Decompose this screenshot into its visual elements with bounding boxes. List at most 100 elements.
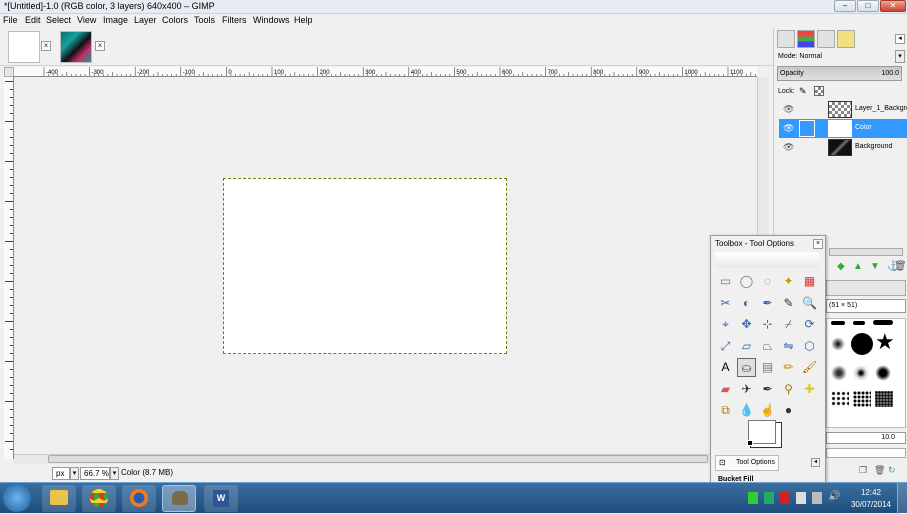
- blend-icon[interactable]: ▤: [758, 358, 777, 377]
- menu-colors[interactable]: Colors: [162, 15, 188, 25]
- undo-tab-icon[interactable]: [837, 30, 855, 48]
- gimp-taskbar-icon[interactable]: [162, 485, 196, 512]
- select-by-color-icon[interactable]: ▦: [800, 272, 819, 291]
- tray-icon[interactable]: [796, 492, 806, 504]
- blur-icon[interactable]: 💧: [737, 401, 756, 420]
- delete-brush-icon[interactable]: 🗑: [874, 465, 885, 476]
- flip-icon[interactable]: ⇋: [779, 337, 798, 356]
- word-taskbar-icon[interactable]: W: [204, 485, 238, 512]
- menu-layer[interactable]: Layer: [134, 15, 157, 25]
- clock-date[interactable]: 30/07/2014: [848, 500, 894, 509]
- brush-item[interactable]: [831, 365, 847, 381]
- wilber-drop-area[interactable]: [715, 252, 819, 268]
- foreground-select-icon[interactable]: ◐: [737, 294, 756, 313]
- menu-edit[interactable]: Edit: [25, 15, 41, 25]
- brush-item[interactable]: [851, 333, 873, 355]
- brush-item[interactable]: [853, 365, 869, 381]
- minimize-button[interactable]: –: [834, 0, 856, 12]
- explorer-taskbar-icon[interactable]: [42, 485, 76, 512]
- ruler-corner[interactable]: [4, 67, 14, 77]
- image-canvas[interactable]: [223, 178, 507, 354]
- layers-scrollbar[interactable]: [829, 248, 903, 256]
- scissors-select-icon[interactable]: ✂: [716, 294, 735, 313]
- horizontal-ruler[interactable]: -400 -300 -200 -100 0 100 200 300 400 500 600 700 80…: [14, 67, 757, 77]
- tray-icon[interactable]: [748, 492, 758, 504]
- align-icon[interactable]: ⊹: [758, 315, 777, 334]
- bucket-fill-icon[interactable]: ⛀: [737, 358, 756, 377]
- paths-tab-icon[interactable]: [817, 30, 835, 48]
- brush-item[interactable]: [831, 337, 845, 351]
- color-picker-icon[interactable]: ✎: [779, 294, 798, 313]
- channels-tab-icon[interactable]: [797, 30, 815, 48]
- mode-label[interactable]: Mode: Normal: [778, 53, 822, 60]
- horizontal-scroll-thumb[interactable]: [48, 455, 708, 463]
- delete-layer-icon[interactable]: 🗑: [894, 261, 907, 272]
- move-icon[interactable]: ✥: [737, 315, 756, 334]
- tray-icon[interactable]: [780, 492, 790, 504]
- start-button[interactable]: [3, 484, 31, 512]
- menu-tools[interactable]: Tools: [194, 15, 215, 25]
- perspective-icon[interactable]: ⏢: [758, 337, 777, 356]
- clone-icon[interactable]: ⚲: [779, 380, 798, 399]
- refresh-brushes-icon[interactable]: ↻: [888, 465, 896, 476]
- cage-icon[interactable]: ⬡: [800, 337, 819, 356]
- paths-icon[interactable]: ✒: [758, 294, 777, 313]
- tray-icon[interactable]: [764, 492, 774, 504]
- fuzzy-select-icon[interactable]: ✦: [779, 272, 798, 291]
- raise-layer-icon[interactable]: ▲: [853, 261, 863, 272]
- default-colors-icon[interactable]: [747, 440, 753, 446]
- menu-filters[interactable]: Filters: [222, 15, 247, 25]
- menu-windows[interactable]: Windows: [253, 15, 290, 25]
- paintbrush-icon[interactable]: 🖌: [800, 358, 819, 377]
- opacity-slider[interactable]: Opacity 100.0: [777, 66, 902, 81]
- dodge-burn-icon[interactable]: ●: [779, 401, 798, 420]
- brush-item[interactable]: [831, 391, 849, 407]
- unit-dropdown-icon[interactable]: ▾: [70, 467, 79, 480]
- brush-grid[interactable]: ★: [826, 318, 906, 428]
- lower-layer-icon[interactable]: ▼: [870, 261, 880, 272]
- heal-icon[interactable]: ✚: [800, 380, 819, 399]
- airbrush-icon[interactable]: ✈: [737, 380, 756, 399]
- brush-spacing-field[interactable]: 10.0: [826, 432, 906, 444]
- brush-item[interactable]: [853, 321, 865, 325]
- brush-item[interactable]: ★: [875, 331, 895, 353]
- free-select-icon[interactable]: ◌: [758, 272, 777, 291]
- chrome-taskbar-icon[interactable]: [82, 485, 116, 512]
- close-icon[interactable]: ×: [813, 239, 823, 249]
- layer-row-selected[interactable]: 👁 Color: [779, 119, 907, 138]
- ellipse-select-icon[interactable]: ◯: [737, 272, 756, 291]
- image-tab-thumbnail-art[interactable]: [60, 31, 92, 63]
- zoom-icon[interactable]: 🔍: [800, 294, 819, 313]
- brush-item[interactable]: [873, 320, 893, 325]
- shear-icon[interactable]: ▱: [737, 337, 756, 356]
- show-desktop-button[interactable]: [897, 483, 907, 514]
- eraser-icon[interactable]: ▰: [716, 380, 735, 399]
- close-tab-icon[interactable]: ×: [95, 41, 105, 51]
- tool-options-menu-icon[interactable]: ◂: [811, 458, 820, 467]
- spacing-slider[interactable]: [826, 448, 906, 458]
- measure-icon[interactable]: ⌖: [716, 315, 735, 334]
- eye-icon[interactable]: 👁: [783, 104, 794, 115]
- perspective-clone-icon[interactable]: ⧉: [716, 401, 735, 420]
- tray-icon[interactable]: [812, 492, 822, 504]
- smudge-icon[interactable]: ☝: [758, 401, 777, 420]
- zoom-input[interactable]: 66.7 %: [80, 467, 110, 480]
- firefox-taskbar-icon[interactable]: [122, 485, 156, 512]
- brush-selector[interactable]: (51 × 51): [826, 299, 906, 313]
- layers-tab-icon[interactable]: [777, 30, 795, 48]
- volume-icon[interactable]: 🔊: [828, 491, 840, 502]
- pencil-icon[interactable]: ✏: [779, 358, 798, 377]
- text-icon[interactable]: A: [716, 358, 735, 377]
- eye-icon[interactable]: 👁: [783, 142, 794, 153]
- maximize-button[interactable]: □: [857, 0, 879, 12]
- brush-item[interactable]: [875, 365, 891, 381]
- eye-icon[interactable]: 👁: [783, 123, 794, 134]
- brush-item[interactable]: [853, 391, 871, 407]
- dock-menu-icon[interactable]: ◂: [895, 34, 905, 44]
- rect-select-icon[interactable]: ▭: [716, 272, 735, 291]
- menu-help[interactable]: Help: [294, 15, 313, 25]
- mode-dropdown-icon[interactable]: ▾: [895, 50, 905, 63]
- vertical-ruler[interactable]: [4, 77, 14, 459]
- lock-paint-icon[interactable]: ✎: [799, 86, 807, 97]
- brush-item[interactable]: [875, 391, 893, 407]
